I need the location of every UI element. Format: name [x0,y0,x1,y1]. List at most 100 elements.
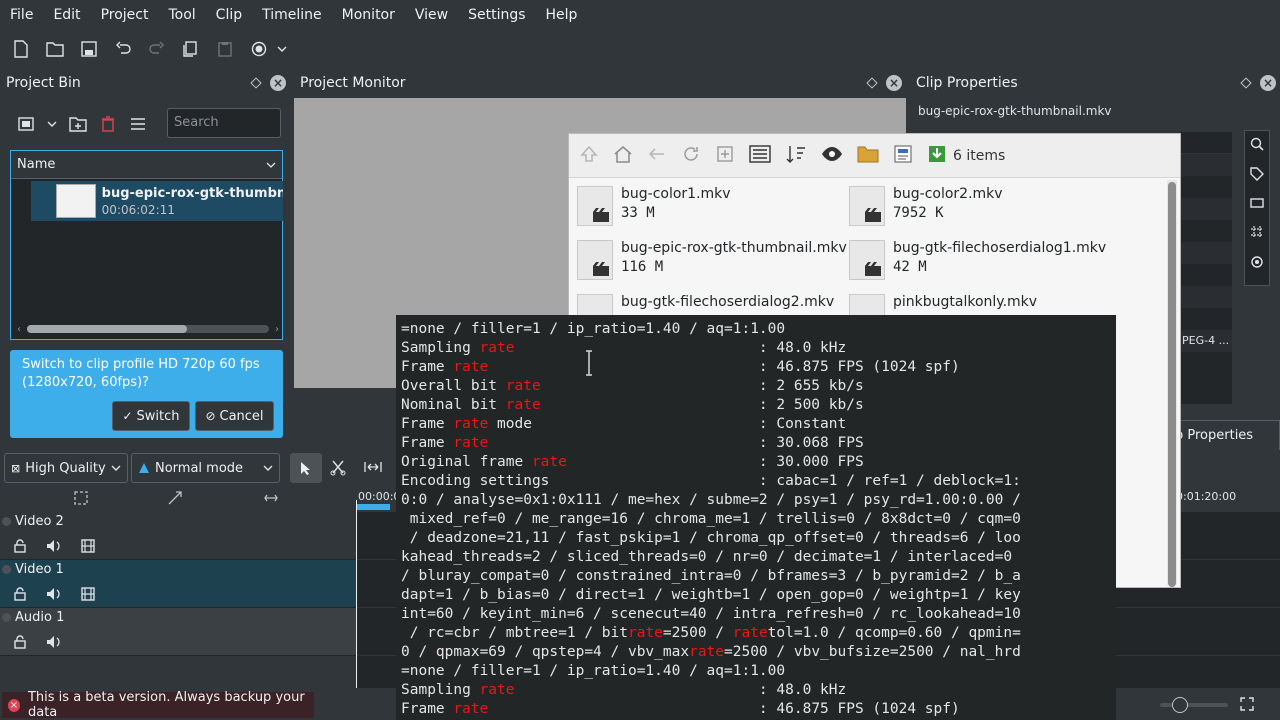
home-icon[interactable] [613,144,633,168]
back-icon[interactable] [647,144,667,168]
file-item[interactable]: bug-color2.mkv 7952 K [849,186,1003,226]
fit-zoom-icon[interactable] [74,491,88,509]
marker-icon[interactable] [1250,255,1264,273]
preview-icon[interactable] [893,144,913,168]
save-icon[interactable] [74,34,104,64]
undo-icon[interactable] [108,34,138,64]
playhead[interactable] [356,500,357,688]
clip-view-icon[interactable] [16,114,36,134]
track-status-icon [2,517,11,526]
terminal-window[interactable]: =none / filler=1 / ip_ratio=1.40 / aq=1:… [396,315,1116,720]
search-input[interactable]: Search [167,108,281,138]
copy-icon[interactable] [176,34,206,64]
file-name: bug-gtk-filechoserdialog2.mkv [621,294,835,310]
tag-icon[interactable] [1250,167,1264,185]
new-file-icon[interactable] [6,34,36,64]
ruler-end-label: 0:01:20:00 [1176,490,1237,503]
track-header-video-2[interactable]: Video 2 [0,512,356,560]
zoom-in-icon[interactable] [715,144,735,168]
chevron-right-icon[interactable]: › [275,324,279,335]
menu-help[interactable]: Help [536,0,588,31]
folder-icon[interactable] [857,145,879,167]
download-icon[interactable] [927,144,947,168]
razor-tool-icon[interactable] [330,460,346,480]
chevron-left-icon[interactable]: ‹ [17,324,21,335]
switch-button[interactable]: ✓ Switch [112,401,190,431]
file-item[interactable]: bug-gtk-filechoserdialog1.mkv 42 M [849,240,1106,280]
menu-edit[interactable]: Edit [43,0,90,31]
film-icon[interactable] [78,536,98,556]
menu-monitor[interactable]: Monitor [332,0,405,31]
lock-icon[interactable] [10,632,30,652]
menu-icon[interactable] [128,114,148,134]
tab-clip-properties[interactable]: p Properties [1166,420,1280,450]
rectangle-icon[interactable] [1250,197,1264,213]
up-arrow-icon[interactable] [579,144,599,168]
chevron-down-icon[interactable] [46,114,58,134]
close-icon[interactable]: × [886,75,902,91]
spacer-tool-icon[interactable] [364,460,382,478]
close-icon[interactable]: × [270,75,286,91]
list-item[interactable]: bug-epic-rox-gtk-thumbnail 00:06:02:11 [31,181,283,221]
search-icon[interactable] [1250,137,1264,155]
pointer-tool-icon[interactable] [290,453,322,483]
name-column-header[interactable]: Name [11,151,282,179]
record-icon[interactable] [244,34,274,64]
paste-icon[interactable] [210,34,240,64]
eye-icon[interactable] [821,145,843,167]
file-dialog-scrollbar[interactable] [1167,180,1177,587]
add-folder-icon[interactable] [68,114,88,134]
terminal-line: / deadzone=21,11 / fast_pskip=1 / chroma… [401,530,1021,546]
track-header-audio-1[interactable]: Audio 1 [0,608,356,656]
float-icon[interactable] [250,77,262,89]
terminal-line: Overall bit rate : 2 655 kb/s [401,378,864,394]
expand-icon[interactable] [168,491,182,509]
zoom-slider[interactable] [1160,697,1228,713]
redo-icon[interactable] [142,34,172,64]
menu-timeline[interactable]: Timeline [252,0,332,31]
speaker-icon[interactable] [44,536,64,556]
menu-clip[interactable]: Clip [206,0,252,31]
film-icon[interactable] [78,584,98,604]
delete-icon[interactable] [98,114,118,134]
horizontal-scrollbar[interactable]: ‹ › [17,323,279,335]
menu-project[interactable]: Project [91,0,159,31]
close-icon[interactable]: × [1260,75,1276,91]
cancel-icon: ⊘ [205,409,216,423]
file-name: bug-color1.mkv [621,186,731,202]
float-icon[interactable] [1240,77,1252,89]
menu-view[interactable]: View [405,0,458,31]
float-icon[interactable] [866,77,878,89]
chevron-down-icon[interactable] [274,34,290,64]
terminal-line: Original frame rate : 30.000 FPS [401,454,864,470]
lock-icon[interactable] [10,584,30,604]
profile-message-text: Switch to clip profile HD 720p 60 fps (1… [22,357,260,390]
fit-icon[interactable] [1240,697,1254,715]
cancel-button[interactable]: ⊘ Cancel [195,401,274,431]
track-header-video-1[interactable]: Video 1 [0,560,356,608]
menu-settings[interactable]: Settings [458,0,535,31]
grid-icon[interactable] [1250,225,1264,243]
edit-mode-select[interactable]: Normal mode [131,453,280,483]
file-size: 116 M [621,259,664,275]
detail-view-icon[interactable] [749,144,771,168]
bin-clip-list[interactable]: Name bug-epic-rox-gtk-thumbnail 00:06:02… [10,150,283,340]
speaker-icon[interactable] [44,632,64,652]
file-item[interactable]: bug-color1.mkv 33 M [577,186,731,226]
sort-icon[interactable] [785,144,807,168]
menu-tool[interactable]: Tool [158,0,205,31]
terminal-line: 0:0 / analyse=0x1:0x111 / me=hex / subme… [401,492,1021,508]
mode-icon [139,463,149,473]
speaker-icon[interactable] [44,584,64,604]
reload-icon[interactable] [681,144,701,168]
clip-thumbnail [56,184,96,218]
file-item[interactable]: bug-epic-rox-gtk-thumbnail.mkv 116 M [577,240,847,280]
zone-marker[interactable] [356,504,390,510]
link-icon[interactable] [264,491,278,509]
project-bin-title: Project Bin [6,75,81,91]
open-folder-icon[interactable] [40,34,70,64]
lock-icon[interactable] [10,536,30,556]
quality-select[interactable]: ⊠ High Quality [4,453,128,483]
menu-file[interactable]: File [0,0,43,31]
terminal-line: Frame rate : 46.875 FPS (1024 spf) [401,359,960,375]
